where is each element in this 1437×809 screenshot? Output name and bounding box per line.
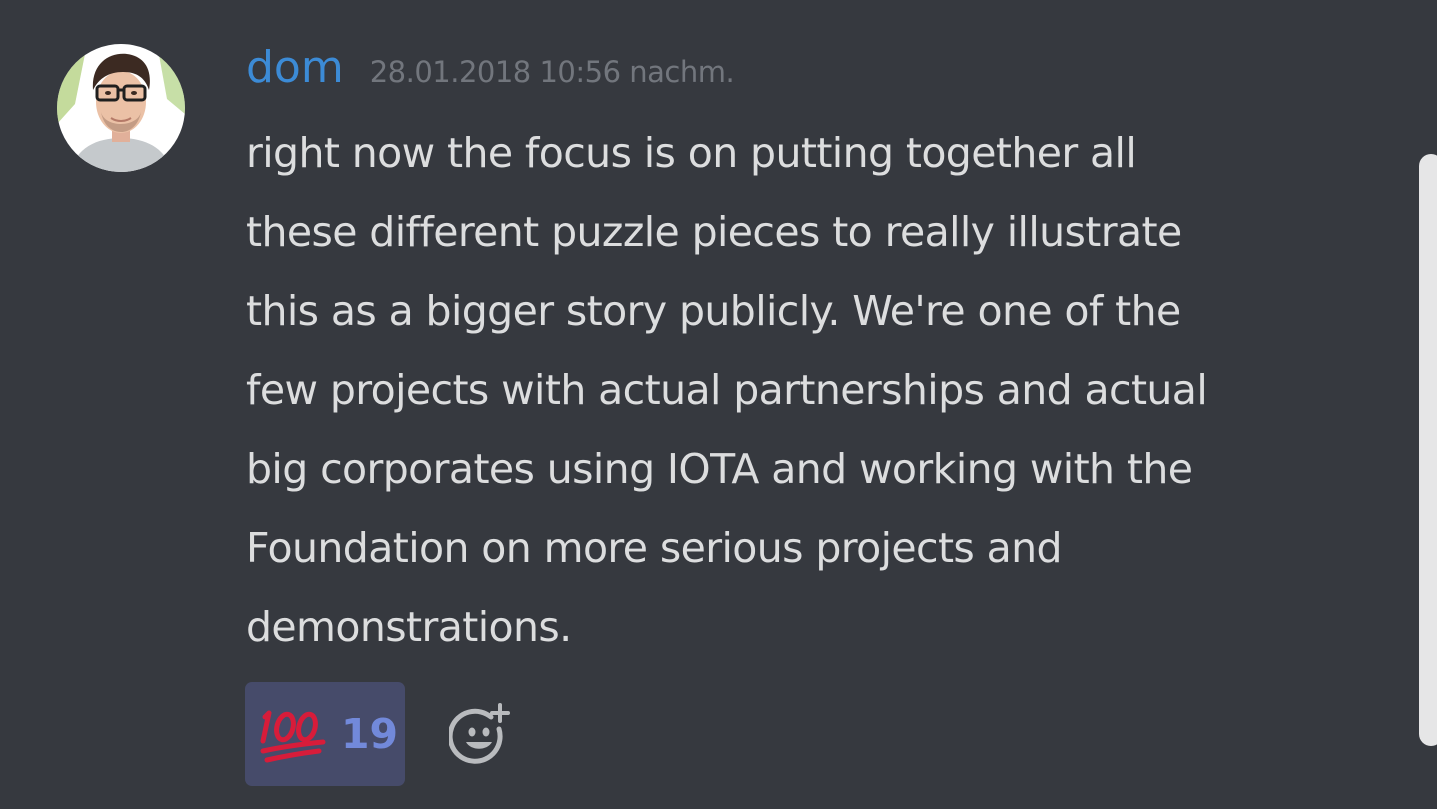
message-timestamp: 28.01.2018 10:56 nachm. xyxy=(369,55,735,89)
reaction-count: 19 xyxy=(341,710,399,758)
user-avatar[interactable] xyxy=(57,44,185,172)
message-line: this as a bigger story publicly. We're o… xyxy=(246,287,1181,335)
reaction-hundred-points[interactable]: 19 xyxy=(245,682,405,786)
message-line: demonstrations. xyxy=(246,603,572,651)
reactions-bar: 19 xyxy=(245,682,511,786)
message-line: few projects with actual partnerships an… xyxy=(246,366,1208,414)
message-header: dom 28.01.2018 10:56 nachm. xyxy=(246,38,735,98)
message-line: Foundation on more serious projects and xyxy=(246,524,1063,572)
message-line: right now the focus is on putting togeth… xyxy=(246,129,1137,177)
add-reaction-icon[interactable] xyxy=(449,703,511,765)
avatar-photo-icon xyxy=(57,44,185,172)
chat-message: dom 28.01.2018 10:56 nachm. right now th… xyxy=(0,0,1437,809)
message-line: big corporates using IOTA and working wi… xyxy=(246,445,1193,493)
author-name[interactable]: dom xyxy=(246,38,344,98)
hundred-points-icon xyxy=(260,710,326,763)
scrollbar-thumb[interactable] xyxy=(1419,154,1437,746)
message-content: right now the focus is on putting togeth… xyxy=(246,114,1406,667)
message-line: these different puzzle pieces to really … xyxy=(246,208,1182,256)
